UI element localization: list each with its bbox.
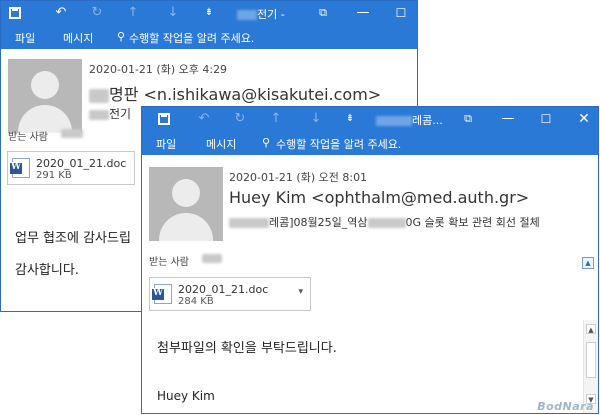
tell-me-box[interactable]: 수행할 작업을 알려 주세요.	[129, 30, 254, 46]
lightbulb-icon: ⚲	[262, 136, 271, 149]
save-icon[interactable]	[5, 3, 25, 23]
to-label: 받는 사람	[149, 257, 189, 268]
sent-date: 2020-01-21 (화) 오전 8:01	[229, 171, 368, 184]
redo-icon[interactable]: ↻	[87, 3, 107, 23]
attachment-name: 2020_01_21.doc	[36, 157, 127, 170]
tab-message[interactable]: 메시지	[63, 30, 93, 46]
lightbulb-icon: ⚲	[117, 30, 126, 43]
back-ribbon: 파일 메시지 ⚲ 수행할 작업을 알려 주세요.	[1, 25, 417, 49]
save-icon[interactable]	[154, 109, 174, 129]
more-icon[interactable]: ⇟	[340, 109, 360, 129]
more-icon[interactable]: ⇟	[199, 3, 219, 23]
maximize-icon[interactable]: ☐	[391, 3, 411, 23]
front-titlebar: ↶ ↻ ↑ ↓ ⇟ 레콤... ⧉ — ☐ ✕	[142, 107, 598, 131]
redo-icon[interactable]: ↻	[230, 109, 250, 129]
undo-icon[interactable]: ↶	[194, 109, 214, 129]
attachment-name: 2020_01_21.doc	[178, 283, 269, 296]
body-line-2: Huey Kim	[157, 389, 215, 403]
tab-message[interactable]: 메시지	[206, 136, 236, 152]
restore-icon[interactable]: ⧉	[313, 3, 333, 23]
close-icon[interactable]: ✕	[574, 109, 594, 129]
watermark: BodNara	[537, 400, 594, 413]
word-doc-icon: W	[152, 284, 172, 304]
down-icon[interactable]: ↓	[306, 109, 326, 129]
minimize-icon[interactable]: —	[353, 3, 373, 23]
recipient-redacted	[61, 129, 83, 138]
minimize-icon[interactable]: —	[498, 109, 518, 129]
restore-icon[interactable]: ⧉	[458, 109, 478, 129]
body-line-2: 감사합니다.	[15, 263, 79, 278]
tab-file[interactable]: 파일	[156, 136, 176, 152]
attachment-size: 291 KB	[36, 170, 72, 181]
front-email-window: ↶ ↻ ↑ ↓ ⇟ 레콤... ⧉ — ☐ ✕ 파일 메시지 ⚲ 수행할 작업을…	[141, 106, 599, 414]
undo-icon[interactable]: ↶	[51, 3, 71, 23]
body-line-1: 첨부파일의 확인을 부탁드립니다.	[157, 341, 337, 356]
down-icon[interactable]: ↓	[163, 3, 183, 23]
sent-date: 2020-01-21 (화) 오후 4:29	[89, 63, 228, 76]
attachment-card[interactable]: W 2020_01_21.doc 291 KB	[7, 151, 135, 185]
tab-file[interactable]: 파일	[15, 30, 35, 46]
back-window-title: 전기 -	[237, 6, 285, 22]
scroll-thumb[interactable]	[586, 342, 596, 378]
sender-org: 전기	[89, 105, 131, 122]
body-line-1: 업무 협조에 감사드립	[15, 231, 131, 246]
collapse-icon[interactable]: ▲	[582, 257, 594, 269]
avatar	[8, 59, 82, 133]
to-label: 받는 사람	[8, 132, 48, 143]
attachment-size: 284 KB	[178, 296, 214, 307]
sender: Huey Kim <ophthalm@med.auth.gr>	[229, 188, 530, 207]
recipient-redacted	[202, 254, 222, 263]
subject: 레콤]08월25일_역삼 0G 슬롯 확보 관련 회선 절체	[229, 214, 540, 230]
up-icon[interactable]: ↑	[123, 3, 143, 23]
up-icon[interactable]: ↑	[266, 109, 286, 129]
front-ribbon: 파일 메시지 ⚲ 수행할 작업을 알려 주세요.	[142, 131, 598, 155]
maximize-icon[interactable]: ☐	[536, 109, 556, 129]
chevron-down-icon[interactable]: ▾	[298, 287, 303, 297]
scroll-up-button[interactable]: ▲	[586, 324, 596, 334]
front-window-title: 레콤...	[376, 112, 443, 128]
attachment-card[interactable]: W 2020_01_21.doc 284 KB ▾	[149, 277, 311, 311]
sender: 명판 <n.ishikawa@kisakutei.com>	[89, 81, 381, 105]
back-titlebar: ↶ ↻ ↑ ↓ ⇟ 전기 - ⧉ — ☐	[1, 1, 417, 25]
tell-me-box[interactable]: 수행할 작업을 알려 주세요.	[276, 136, 401, 152]
avatar	[149, 167, 223, 241]
word-doc-icon: W	[10, 158, 30, 178]
